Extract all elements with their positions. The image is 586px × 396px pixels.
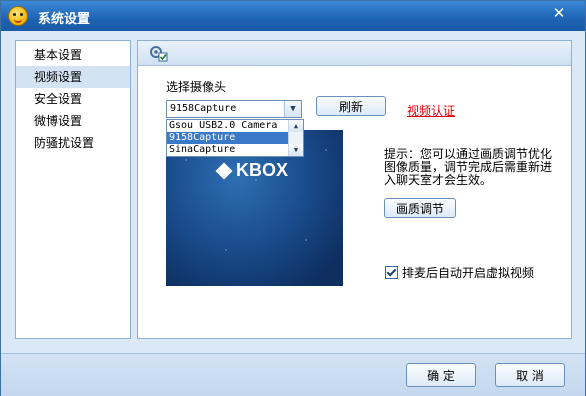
camera-select[interactable]: 9158Capture ▼ — [166, 100, 302, 118]
app-smiley-icon — [8, 6, 28, 26]
tip-text: 提示：您可以通过画质调节优化图像质量，调节完成后需重新进入聊天室才会生效。 — [384, 147, 553, 187]
video-settings-panel: 选择摄像头 9158Capture ▼ KBOX Gsou USB2.0 Cam… — [137, 40, 572, 339]
dialog-footer: 确 定 取 消 — [1, 353, 585, 396]
camera-option[interactable]: SinaCapture — [167, 144, 289, 156]
quality-adjust-button[interactable]: 画质调节 — [384, 198, 456, 218]
kbox-mark-icon — [215, 162, 233, 180]
panel-header — [138, 41, 571, 66]
cancel-button[interactable]: 取 消 — [495, 363, 565, 387]
video-verify-link[interactable]: 视频认证 — [407, 102, 455, 119]
ok-button[interactable]: 确 定 — [406, 363, 476, 387]
settings-sidebar: 基本设置 视频设置 安全设置 微博设置 防骚扰设置 — [15, 40, 131, 339]
auto-virtual-video-option[interactable]: 排麦后自动开启虚拟视频 — [385, 264, 534, 281]
title-bar[interactable]: 系统设置 ✕ — [1, 1, 585, 31]
camera-option[interactable]: Gsou USB2.0 Camera — [167, 120, 289, 132]
camera-select-value: 9158Capture — [170, 103, 237, 114]
window-body: 基本设置 视频设置 安全设置 微博设置 防骚扰设置 选择摄像头 9158Capt… — [1, 31, 585, 353]
window-title: 系统设置 — [38, 12, 91, 27]
scroll-up-icon[interactable]: ▲ — [289, 120, 303, 132]
sidebar-item-basic[interactable]: 基本设置 — [16, 44, 130, 66]
camera-option-selected[interactable]: 9158Capture — [167, 132, 289, 144]
dropdown-scrollbar[interactable]: ▲ ▼ — [288, 120, 303, 156]
gear-check-icon — [150, 46, 168, 62]
sidebar-item-anti-harass[interactable]: 防骚扰设置 — [16, 132, 130, 154]
chevron-down-icon[interactable]: ▼ — [284, 101, 301, 117]
scroll-down-icon[interactable]: ▼ — [289, 144, 303, 156]
kbox-logo: KBOX — [215, 160, 289, 181]
auto-virtual-video-checkbox[interactable] — [385, 266, 398, 279]
auto-virtual-video-label: 排麦后自动开启虚拟视频 — [402, 266, 535, 280]
close-button[interactable]: ✕ — [547, 4, 571, 24]
settings-window: 系统设置 ✕ 基本设置 视频设置 安全设置 微博设置 防骚扰设置 选择摄像头 9… — [0, 0, 586, 396]
camera-dropdown-list[interactable]: Gsou USB2.0 Camera 9158Capture SinaCaptu… — [166, 119, 304, 157]
sidebar-item-security[interactable]: 安全设置 — [16, 88, 130, 110]
select-camera-label: 选择摄像头 — [166, 80, 227, 94]
kbox-logo-text: KBOX — [236, 160, 289, 180]
sidebar-item-weibo[interactable]: 微博设置 — [16, 110, 130, 132]
refresh-button[interactable]: 刷新 — [316, 96, 386, 116]
sidebar-item-video[interactable]: 视频设置 — [16, 66, 130, 88]
